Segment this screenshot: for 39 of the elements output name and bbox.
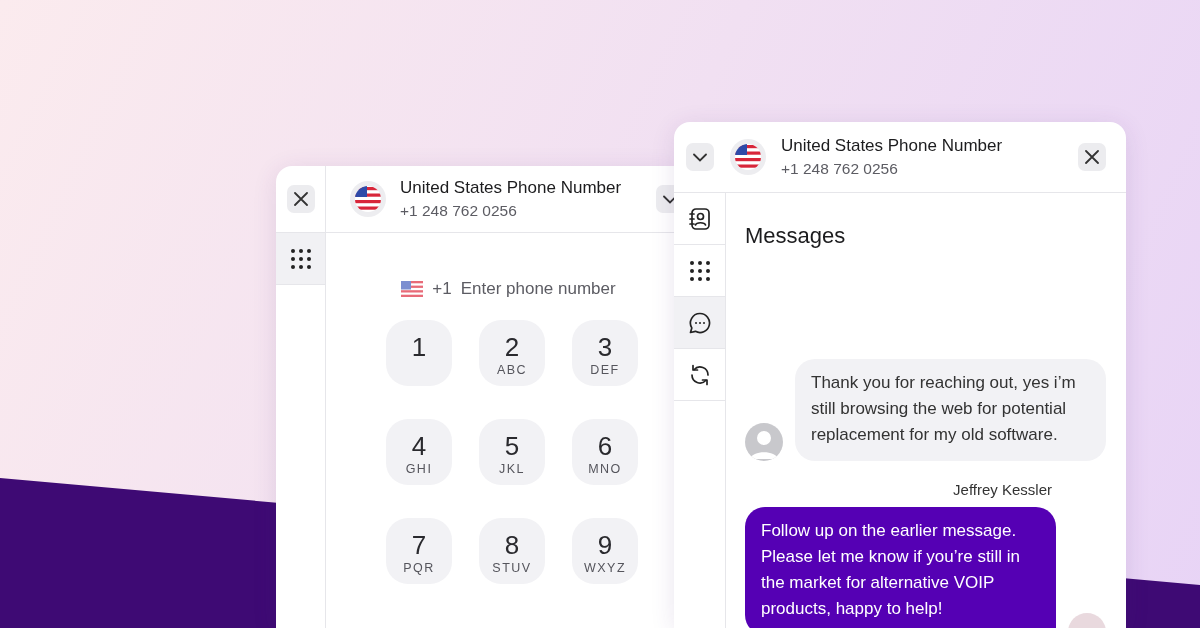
collapse-button[interactable] [686, 143, 714, 171]
chat-bubble-icon [687, 310, 712, 335]
keypad-tab[interactable] [276, 233, 325, 285]
flag-icon [350, 181, 386, 217]
dropdown-button[interactable] [656, 185, 674, 213]
keypad-key[interactable]: 3 DEF [572, 320, 638, 386]
sender-name: Jeffrey Kessler [953, 481, 1052, 498]
phone-input[interactable]: +1 Enter phone number [401, 279, 623, 299]
messages-tab[interactable] [674, 297, 725, 349]
country-code: +1 [432, 279, 452, 299]
header-title: United States Phone Number [400, 178, 622, 198]
keypad-icon [290, 248, 311, 269]
messages-title: Messages [745, 223, 847, 249]
flag-icon [401, 281, 424, 297]
keypad-key[interactable]: 1 [386, 320, 452, 386]
keypad-key[interactable]: 9 WXYZ [572, 518, 638, 584]
phone-number: +1 248 762 0256 [400, 202, 518, 220]
keypad-key[interactable]: 5 JKL [479, 419, 545, 485]
chevron-down-icon [693, 152, 707, 162]
contact-book-icon [687, 206, 712, 231]
keypad-key[interactable]: 7 PQR [386, 518, 452, 584]
outgoing-message: Follow up on the earlier message. Please let me know if you’re still in the market for alternative VOIP products, happy to help! [745, 507, 1056, 628]
keypad-key[interactable]: 6 MNO [572, 419, 638, 485]
header-title: United States Phone Number [781, 136, 1003, 156]
sync-tab[interactable] [674, 349, 725, 401]
keypad-key[interactable]: 2 ABC [479, 320, 545, 386]
close-icon [1085, 150, 1099, 164]
avatar-placeholder [745, 423, 783, 461]
incoming-message: Thank you for reaching out, yes i’m still browsing the web for potential replacement for my old software. [795, 359, 1106, 461]
keypad-key[interactable]: 8 STUV [479, 518, 545, 584]
close-button[interactable] [286, 185, 315, 213]
close-button[interactable] [1078, 143, 1106, 171]
flag-icon [730, 139, 766, 175]
keypad-icon [689, 260, 710, 281]
phone-number: +1 248 762 0256 [781, 160, 899, 178]
keypad-key[interactable]: 4 GHI [386, 419, 452, 485]
contacts-tab[interactable] [674, 193, 725, 245]
close-icon [293, 192, 308, 206]
keypad-tab[interactable] [674, 245, 725, 297]
